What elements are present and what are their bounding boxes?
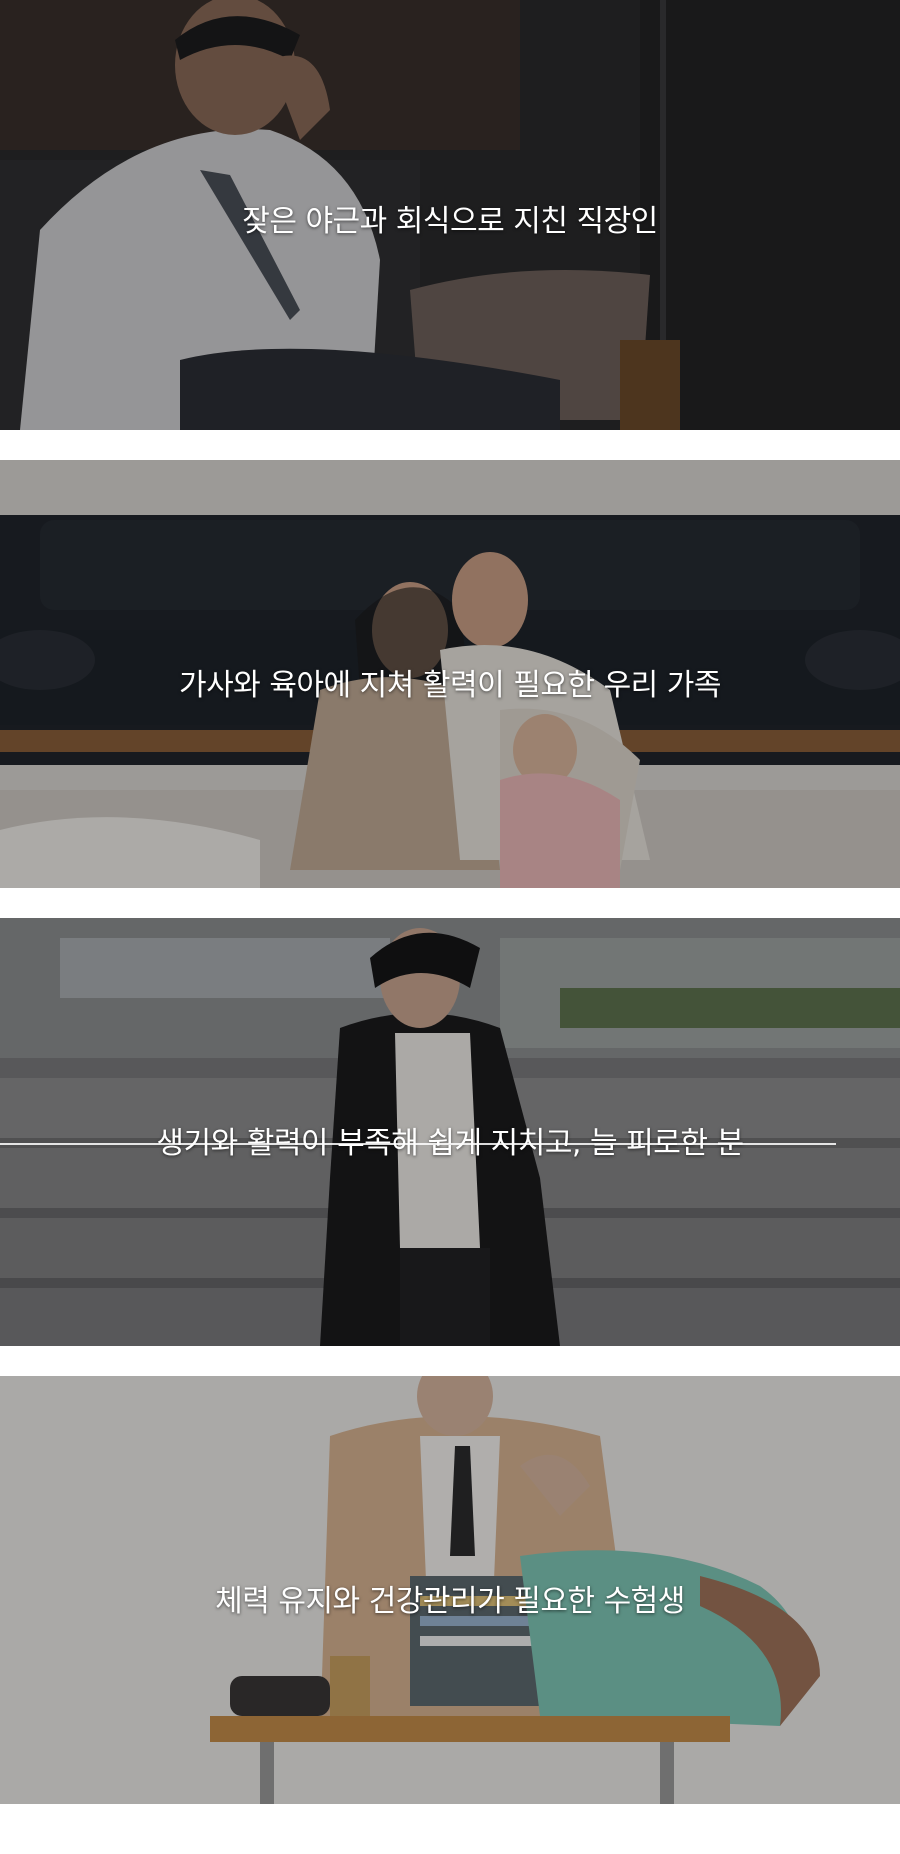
banner-office-worker: 잦은 야근과 회식으로 지친 직장인 [0, 0, 900, 430]
banner-tired-woman: 생기와 활력이 부족해 쉽게 지치고, 늘 피로한 분 [0, 918, 900, 1346]
caption-divider-line [0, 1143, 836, 1145]
banner-student: 체력 유지와 건강관리가 필요한 수험생 [0, 1376, 900, 1804]
banner-caption: 체력 유지와 건강관리가 필요한 수험생 [215, 1584, 685, 1619]
banner-caption: 잦은 야근과 회식으로 지친 직장인 [242, 204, 658, 239]
banner-caption: 가사와 육아에 지쳐 활력이 필요한 우리 가족 [178, 668, 722, 703]
banner-caption: 생기와 활력이 부족해 쉽게 지치고, 늘 피로한 분 [156, 1126, 744, 1161]
banner-family: 가사와 육아에 지쳐 활력이 필요한 우리 가족 [0, 460, 900, 888]
